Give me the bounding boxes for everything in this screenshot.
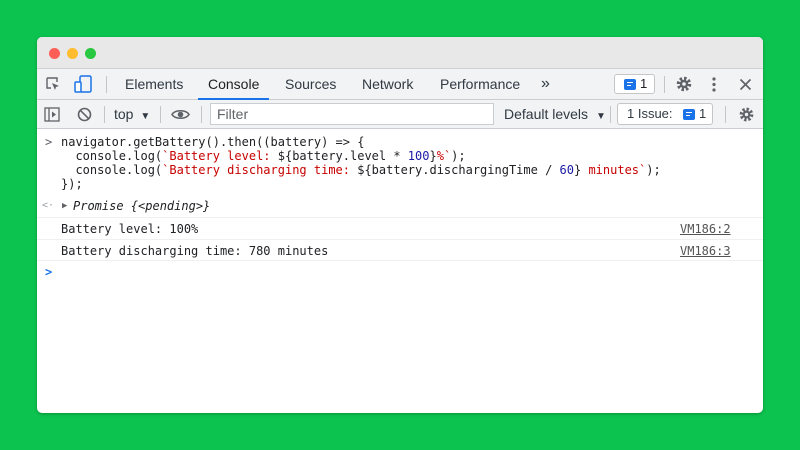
code-line: navigator.getBattery().then((battery) =>…: [61, 135, 365, 149]
code-line: });: [61, 177, 83, 191]
tab-elements[interactable]: Elements: [125, 69, 183, 99]
clear-console-icon[interactable]: [77, 107, 92, 122]
row-divider: [37, 260, 763, 261]
tab-console[interactable]: Console: [197, 69, 270, 100]
row-divider: [37, 217, 763, 218]
dropdown-arrow-icon: ▼: [140, 111, 151, 122]
divider: [664, 76, 665, 93]
log-message: Battery discharging time: 780 minutes: [61, 244, 329, 258]
divider: [610, 106, 611, 123]
source-link[interactable]: VM186:3: [680, 244, 731, 258]
tab-sources[interactable]: Sources: [285, 69, 336, 99]
tab-network[interactable]: Network: [362, 69, 413, 99]
divider: [104, 106, 105, 123]
device-toolbar-icon[interactable]: [73, 74, 93, 94]
source-link[interactable]: VM186:2: [680, 222, 731, 236]
code-line: console.log(`Battery level: ${battery.le…: [61, 149, 466, 163]
issues-label: 1 Issue:: [627, 106, 673, 121]
divider: [106, 76, 107, 93]
more-options-kebab-icon[interactable]: [711, 76, 717, 93]
result-prompt: <·: [42, 200, 55, 211]
log-levels-label: Default levels: [504, 106, 589, 122]
context-label: top: [114, 106, 134, 122]
tab-performance[interactable]: Performance: [440, 69, 520, 99]
log-message: Battery level: 100%: [61, 222, 199, 236]
live-expression-eye-icon[interactable]: [171, 108, 190, 121]
close-devtools-icon[interactable]: [739, 78, 752, 91]
maximize-window-button[interactable]: [85, 48, 96, 59]
inspect-element-icon[interactable]: [45, 76, 61, 92]
divider: [160, 106, 161, 123]
filter-input[interactable]: [210, 103, 494, 125]
issue-message-icon: [683, 109, 695, 120]
new-input-prompt[interactable]: >: [45, 265, 52, 279]
settings-gear-icon[interactable]: [675, 75, 693, 93]
title-bar: [37, 37, 763, 69]
promise-result[interactable]: Promise {<pending>}: [73, 199, 210, 213]
divider: [725, 106, 726, 123]
console-settings-gear-icon[interactable]: [738, 106, 755, 123]
code-line: console.log(`Battery discharging time: $…: [61, 163, 661, 177]
minimize-window-button[interactable]: [67, 48, 78, 59]
divider: [201, 106, 202, 123]
messages-count: 1: [640, 76, 648, 91]
panel-tabs-bar: Elements Console Sources Network Perform…: [37, 69, 763, 100]
expand-triangle-icon[interactable]: ▶: [62, 199, 67, 213]
message-icon: [624, 79, 636, 90]
close-window-button[interactable]: [49, 48, 60, 59]
show-sidebar-icon[interactable]: [44, 107, 60, 122]
more-tabs-button[interactable]: »: [541, 69, 550, 99]
context-selector[interactable]: top ▼: [114, 100, 150, 128]
dropdown-arrow-icon: ▼: [595, 111, 606, 122]
devtools-window: Elements Console Sources Network Perform…: [37, 37, 763, 413]
issues-count: 1: [699, 106, 707, 121]
issues-button[interactable]: 1 Issue: 1: [617, 103, 713, 125]
input-prompt: >: [45, 135, 53, 149]
console-toolbar: top ▼ Default levels ▼ 1 Issue: 1: [37, 100, 763, 129]
log-levels-dropdown[interactable]: Default levels ▼: [504, 100, 606, 128]
messages-badge-button[interactable]: 1: [614, 74, 655, 94]
row-divider: [37, 239, 763, 240]
